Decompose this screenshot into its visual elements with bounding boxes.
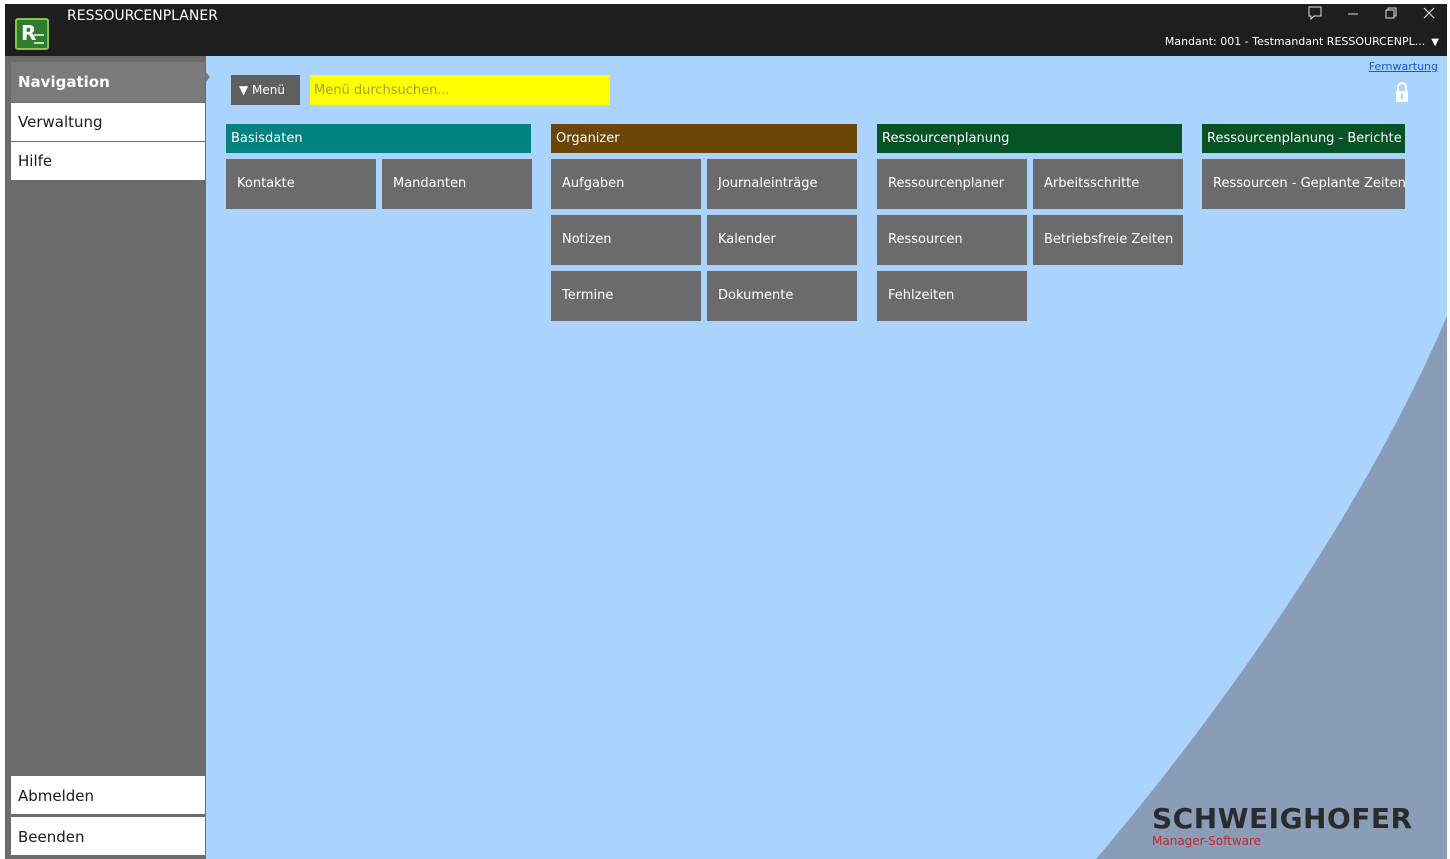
group-header-ressourcenplanung-berichte: Ressourcenplanung - Berichte <box>1202 124 1405 153</box>
tile-fehlzeiten[interactable]: Fehlzeiten <box>877 271 1027 321</box>
tile-ressourcenplaner[interactable]: Ressourcenplaner <box>877 159 1027 209</box>
mandant-label: Mandant: 001 - Testmandant RESSOURCENPL.… <box>1164 35 1426 48</box>
tile-ressourcen[interactable]: Ressourcen <box>877 215 1027 265</box>
company-logo-name: SCHWEIGHOFER <box>1152 802 1413 835</box>
menu-search-input[interactable] <box>310 75 610 105</box>
app-title: RESSOURCENPLANER <box>67 8 218 24</box>
company-logo: SCHWEIGHOFER Manager-Software <box>1152 802 1413 849</box>
tile-kalender[interactable]: Kalender <box>707 215 857 265</box>
sidebar: Navigation Verwaltung Hilfe Abmelden Bee… <box>5 56 206 859</box>
sidebar-item-label: Verwaltung <box>18 113 103 131</box>
logout-button[interactable]: Abmelden <box>11 776 205 814</box>
mandant-selector[interactable]: Mandant: 001 - Testmandant RESSOURCENPL.… <box>1165 35 1439 48</box>
sidebar-item-verwaltung[interactable]: Verwaltung <box>11 103 205 141</box>
tile-notizen[interactable]: Notizen <box>551 215 701 265</box>
tile-mandanten[interactable]: Mandanten <box>382 159 532 209</box>
group-header-organizer: Organizer <box>551 124 857 153</box>
app-logo-icon: R <box>15 18 49 50</box>
tile-betriebsfreie-zeiten[interactable]: Betriebsfreie Zeiten <box>1033 215 1183 265</box>
window-controls <box>1307 4 1437 26</box>
sidebar-item-label: Navigation <box>18 73 110 91</box>
sidebar-item-label: Hilfe <box>18 152 53 170</box>
tile-arbeitsschritte[interactable]: Arbeitsschritte <box>1033 159 1183 209</box>
company-logo-tagline: Manager-Software <box>1152 834 1262 848</box>
sidebar-item-hilfe[interactable]: Hilfe <box>11 142 205 180</box>
tile-ressourcen-geplante-zeiten[interactable]: Ressourcen - Geplante Zeiten <box>1202 159 1406 209</box>
lock-icon[interactable] <box>1395 81 1409 103</box>
tile-termine[interactable]: Termine <box>551 271 701 321</box>
tile-kontakte[interactable]: Kontakte <box>226 159 376 209</box>
tile-aufgaben[interactable]: Aufgaben <box>551 159 701 209</box>
close-icon[interactable] <box>1421 7 1437 23</box>
feedback-icon[interactable] <box>1307 6 1323 24</box>
sidebar-item-navigation[interactable]: Navigation <box>11 62 205 102</box>
group-header-basisdaten: Basisdaten <box>226 124 531 153</box>
minimize-icon[interactable] <box>1345 7 1361 23</box>
tile-journaleintraege[interactable]: Journaleinträge <box>707 159 857 209</box>
exit-button[interactable]: Beenden <box>11 817 205 855</box>
restore-icon[interactable] <box>1383 7 1399 23</box>
group-header-ressourcenplanung: Ressourcenplanung <box>877 124 1182 153</box>
tile-dokumente[interactable]: Dokumente <box>707 271 857 321</box>
logout-label: Abmelden <box>18 787 95 805</box>
menu-dropdown-button[interactable]: ▼ Menü <box>231 75 300 105</box>
title-bar: R RESSOURCENPLANER Mandant: 001 - Testma… <box>5 4 1447 56</box>
chevron-down-icon: ▼ <box>1431 37 1439 48</box>
remote-support-link[interactable]: Fernwartung <box>1369 60 1438 73</box>
exit-label: Beenden <box>18 828 85 846</box>
main-content: ▼ Menü Fernwartung Basisdaten Kontakte M… <box>206 56 1447 859</box>
